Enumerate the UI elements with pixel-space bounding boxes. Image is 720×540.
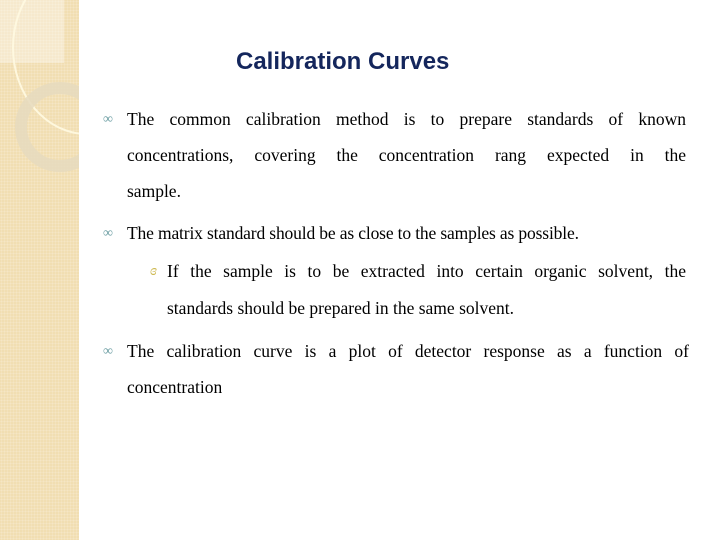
sub-bullet-line-2: standards should be prepared in the same… xyxy=(167,298,514,318)
sub-bullet-line-1: If the sample is to be extracted into ce… xyxy=(167,261,686,281)
bullet-2-line-1: The matrix standard should be as close t… xyxy=(127,223,579,243)
bullet-1-line-2: concentrations, covering the concentrati… xyxy=(127,145,686,165)
bullet-1-line-3: sample. xyxy=(127,181,181,201)
curly-bullet-icon: ∞ xyxy=(103,112,113,127)
script-bullet-icon: ɞ xyxy=(150,263,158,279)
curly-bullet-icon: ∞ xyxy=(103,226,113,241)
curly-bullet-icon: ∞ xyxy=(103,344,113,359)
bullet-3-line-1: The calibration curve is a plot of detec… xyxy=(127,341,689,361)
bullet-1-line-1: The common calibration method is to prep… xyxy=(127,109,686,129)
decorative-sidebar xyxy=(0,0,79,540)
slide-title: Calibration Curves xyxy=(236,48,450,75)
bullet-3-line-2: concentration xyxy=(127,377,223,397)
